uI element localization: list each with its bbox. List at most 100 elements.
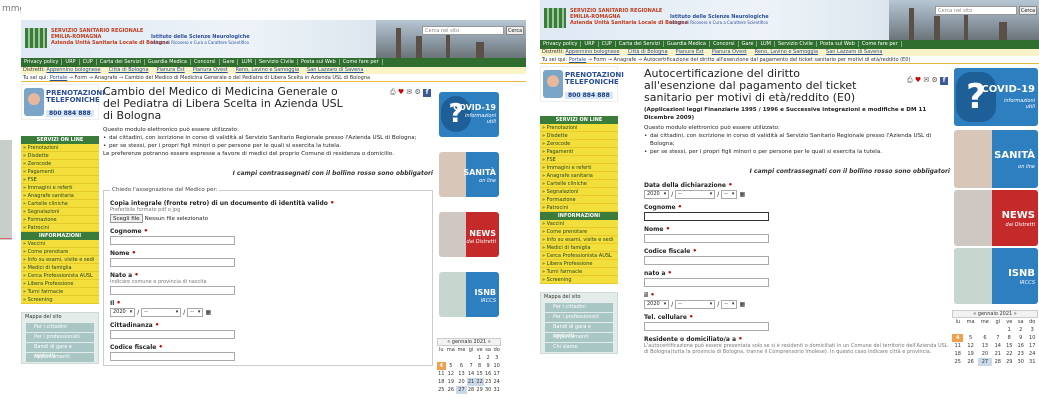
sidebar-item[interactable]: » Disdette bbox=[540, 132, 618, 140]
distretto-link[interactable]: Appennino bolognese bbox=[46, 67, 100, 73]
nav-lum[interactable]: LUM bbox=[238, 59, 256, 65]
heart-icon[interactable]: ♥ bbox=[398, 88, 404, 96]
calendar-day[interactable]: 24 bbox=[492, 378, 501, 386]
sidebar-item[interactable]: » Info su esami, visite e sedi bbox=[540, 236, 618, 244]
sitemap-item[interactable]: Chi siamo bbox=[545, 343, 613, 352]
month-select[interactable]: -- ▾ bbox=[675, 190, 716, 199]
calendar-day[interactable]: 17 bbox=[492, 370, 501, 378]
nato-field[interactable] bbox=[110, 286, 235, 295]
calendar-day[interactable]: 23 bbox=[1015, 350, 1026, 358]
calendar-day-today[interactable]: 4 bbox=[952, 334, 964, 342]
sidebar-item[interactable]: » Immagini e referti bbox=[540, 164, 618, 172]
sidebar-item[interactable]: » FSE bbox=[21, 176, 99, 184]
calendar-day[interactable]: 11 bbox=[952, 342, 963, 350]
sidebar-item[interactable]: » Anagrafe sanitaria bbox=[540, 172, 618, 180]
sidebar-item[interactable]: » Prenotazioni bbox=[540, 124, 618, 132]
distretto-link[interactable]: Pianura Est bbox=[157, 67, 185, 73]
calendar-day[interactable]: 17 bbox=[1026, 342, 1038, 350]
sidebar-item[interactable]: » Libera Professione bbox=[21, 280, 99, 288]
year-select[interactable]: 2020 ▾ bbox=[644, 190, 670, 199]
calendar-day[interactable]: 8 bbox=[1004, 334, 1015, 342]
sitemap-item[interactable]: Per i cittadini bbox=[26, 323, 94, 332]
calendar-day[interactable]: 31 bbox=[492, 386, 501, 394]
calendar-day[interactable]: 21 bbox=[992, 350, 1003, 358]
heart-icon[interactable]: ♥ bbox=[915, 76, 921, 84]
nav-privacy[interactable]: Privacy policy bbox=[21, 59, 63, 65]
month-select[interactable]: -- ▾ bbox=[141, 308, 182, 317]
share-icon[interactable]: ⚙ bbox=[931, 76, 937, 84]
cittadinanza-field[interactable] bbox=[110, 330, 235, 339]
email-icon[interactable]: ✉ bbox=[923, 76, 929, 84]
calendar-icon[interactable]: ▦ bbox=[739, 191, 745, 198]
calendar-day[interactable]: 1 bbox=[475, 354, 484, 362]
covid-banner[interactable]: ? COVID-19 informazioni utili bbox=[954, 68, 1038, 126]
prenotazioni-banner[interactable]: PRENOTAZIONI TELEFONICHE 800 884 888 bbox=[540, 66, 624, 102]
calendar-month-nav[interactable]: « gennaio 2021 » bbox=[437, 338, 501, 346]
nav-urp[interactable]: URP bbox=[62, 59, 80, 65]
calendar-day[interactable]: 11 bbox=[437, 370, 446, 378]
search-input[interactable]: Cerca nel sito bbox=[935, 6, 1017, 15]
sidebar-item[interactable]: » FSE bbox=[540, 156, 618, 164]
calendar-day[interactable]: 12 bbox=[963, 342, 977, 350]
calendar-day[interactable]: 13 bbox=[456, 370, 467, 378]
search-input[interactable]: Cerca nel sito bbox=[422, 26, 504, 35]
calendar-day[interactable]: 19 bbox=[963, 350, 977, 358]
news-banner[interactable]: NEWS dai Distretti bbox=[954, 190, 1038, 246]
nav-come-fare[interactable]: Come fare per bbox=[339, 59, 383, 65]
day-select[interactable]: -- ▾ bbox=[721, 190, 738, 199]
sitemap-item[interactable]: Per i cittadini bbox=[545, 303, 613, 312]
calendar-day[interactable]: 20 bbox=[978, 350, 992, 358]
sidebar-item[interactable]: » Info su esami, visite e sedi bbox=[21, 256, 99, 264]
codice-fiscale-field[interactable] bbox=[644, 256, 769, 265]
sanita-banner[interactable]: SANITÀ on line bbox=[439, 152, 499, 197]
nav-posta-web[interactable]: Posta sul Web bbox=[298, 59, 340, 65]
sidebar-item[interactable]: » Pagamenti bbox=[21, 168, 99, 176]
sidebar-item[interactable]: » Screening bbox=[21, 296, 99, 304]
breadcrumb-link[interactable]: → Form bbox=[69, 75, 87, 81]
distretto-link[interactable]: Appennino bolognese bbox=[565, 49, 619, 55]
distretto-link[interactable]: San Lazzaro di Savena bbox=[307, 67, 363, 73]
sidebar-item[interactable]: » Cerca Professionista AUSL bbox=[540, 252, 618, 260]
calendar-day[interactable]: 7 bbox=[467, 362, 476, 370]
calendar-day[interactable]: 10 bbox=[492, 362, 501, 370]
calendar-day[interactable]: 29 bbox=[475, 386, 484, 394]
sitemap-item[interactable]: Per i professionisti bbox=[545, 313, 613, 322]
calendar-day[interactable]: 14 bbox=[992, 342, 1003, 350]
sidebar-item[interactable]: » Screening bbox=[540, 276, 618, 284]
sidebar-item[interactable]: » Formazione bbox=[21, 216, 99, 224]
sitemap-item[interactable]: Per i professionisti bbox=[26, 333, 94, 342]
sidebar-item[interactable]: » Pagamenti bbox=[540, 148, 618, 156]
calendar-day[interactable]: 9 bbox=[1015, 334, 1026, 342]
calendar-day[interactable]: 15 bbox=[1004, 342, 1015, 350]
sidebar-item[interactable]: » Libera Professione bbox=[540, 260, 618, 268]
calendar-day[interactable]: 13 bbox=[978, 342, 992, 350]
calendar-day[interactable]: 18 bbox=[437, 378, 446, 386]
sidebar-item[interactable]: » Cartelle cliniche bbox=[21, 200, 99, 208]
year-select[interactable]: 2020 ▾ bbox=[110, 308, 136, 317]
calendar-day[interactable]: 16 bbox=[1015, 342, 1026, 350]
sidebar-item[interactable]: » Turni farmacie bbox=[540, 268, 618, 276]
print-icon[interactable]: ⎙ bbox=[907, 76, 913, 84]
calendar-day[interactable]: 27 bbox=[456, 386, 467, 394]
distretto-link[interactable]: Reno, Lavino e Samoggia bbox=[236, 67, 299, 73]
calendar-day[interactable]: 30 bbox=[1015, 358, 1026, 366]
calendar-day[interactable]: 15 bbox=[475, 370, 484, 378]
calendar-day[interactable]: 14 bbox=[467, 370, 476, 378]
isnb-banner[interactable]: ISNB IRCCS bbox=[439, 272, 499, 317]
calendar-day[interactable]: 30 bbox=[484, 386, 493, 394]
sitemap-item[interactable]: Appuntamenti bbox=[545, 333, 613, 342]
calendar-day[interactable]: 16 bbox=[484, 370, 493, 378]
calendar-day[interactable]: 18 bbox=[952, 350, 963, 358]
calendar-day[interactable]: 26 bbox=[963, 358, 977, 366]
facebook-icon[interactable]: f bbox=[940, 77, 948, 85]
calendar-day[interactable]: 12 bbox=[446, 370, 457, 378]
calendar-day[interactable]: 10 bbox=[1026, 334, 1038, 342]
calendar-day[interactable]: 24 bbox=[1026, 350, 1038, 358]
nav-privacy[interactable]: Privacy policy bbox=[540, 41, 582, 47]
breadcrumb-link[interactable]: → Form bbox=[588, 57, 606, 63]
calendar-day[interactable]: 26 bbox=[446, 386, 457, 394]
nav-posta-web[interactable]: Posta sul Web bbox=[817, 41, 859, 47]
calendar-day[interactable]: 28 bbox=[992, 358, 1003, 366]
sidebar-item[interactable]: » Turni farmacie bbox=[21, 288, 99, 296]
calendar-day[interactable]: 8 bbox=[475, 362, 484, 370]
